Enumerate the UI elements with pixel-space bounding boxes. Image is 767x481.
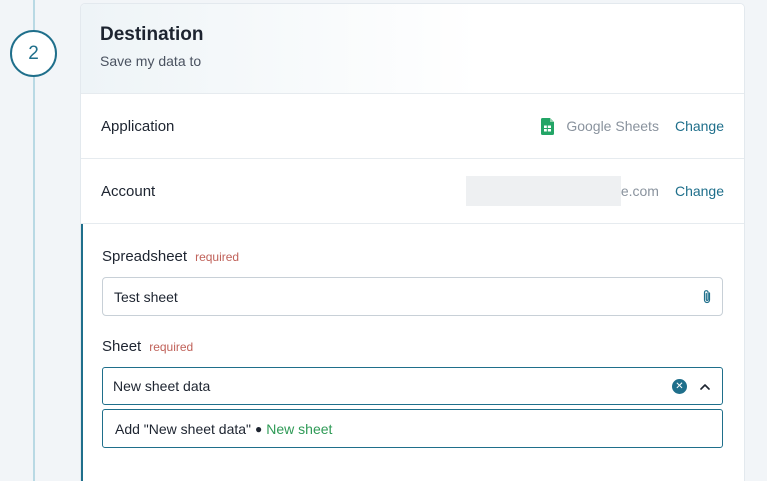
application-value: Google Sheets: [566, 118, 659, 134]
sheet-label: Sheet: [102, 338, 142, 355]
select-controls: ✕: [672, 378, 710, 394]
account-value: e.com: [620, 183, 659, 199]
application-right: Google Sheets Change: [541, 117, 724, 135]
sheet-select[interactable]: New sheet data ✕: [102, 367, 723, 405]
spreadsheet-label: Spreadsheet: [102, 248, 188, 265]
account-row: Account e.com Change: [81, 159, 744, 224]
step-number-badge: 2: [10, 30, 57, 77]
dropdown-option-add-new-sheet[interactable]: Add "New sheet data" ● New sheet: [102, 409, 723, 448]
spreadsheet-required: required: [195, 250, 240, 264]
google-sheets-icon: [541, 117, 555, 135]
sheet-label-row: Sheet required: [102, 338, 723, 355]
destination-card: Destination Save my data to Application …: [80, 3, 745, 481]
fields-section: Spreadsheet required Test sheet Sheet re…: [81, 224, 744, 481]
option-new-sheet-tag: New sheet: [266, 420, 333, 437]
spreadsheet-value: Test sheet: [114, 288, 178, 305]
spreadsheet-input[interactable]: Test sheet: [102, 277, 723, 316]
account-right: e.com Change: [465, 176, 724, 206]
change-application-link[interactable]: Change: [675, 118, 724, 134]
change-account-link[interactable]: Change: [675, 183, 724, 199]
option-prefix: Add "New sheet data": [115, 420, 252, 437]
sheet-required: required: [149, 340, 194, 354]
card-header: Destination Save my data to: [81, 4, 744, 94]
application-row: Application Google Sheets Change: [81, 94, 744, 159]
card-subtitle: Save my data to: [100, 53, 202, 69]
card-title: Destination: [100, 24, 204, 45]
paperclip-icon[interactable]: [702, 289, 712, 304]
clear-icon[interactable]: ✕: [672, 378, 687, 394]
account-label: Account: [101, 182, 156, 200]
application-label: Application: [101, 117, 175, 135]
spreadsheet-label-row: Spreadsheet required: [102, 248, 723, 265]
step-number: 2: [28, 42, 39, 64]
sheet-value: New sheet data: [113, 378, 211, 394]
option-bullet: ●: [255, 421, 263, 436]
account-redaction: [465, 176, 621, 206]
chevron-up-icon[interactable]: [700, 383, 710, 390]
